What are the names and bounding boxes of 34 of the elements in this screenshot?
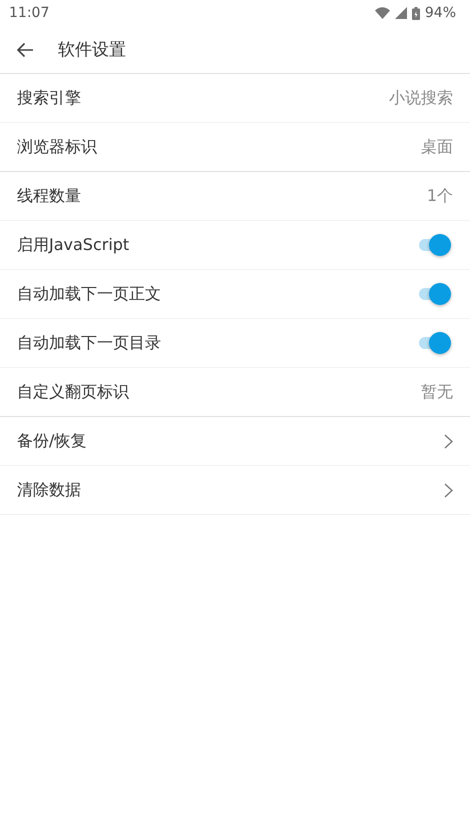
setting-value: 桌面 (421, 136, 453, 158)
toggle-switch[interactable] (417, 332, 453, 354)
wifi-icon (374, 7, 390, 19)
battery-percent: 94% (424, 5, 456, 21)
toggle-switch[interactable] (417, 283, 453, 305)
page-title: 软件设置 (58, 39, 126, 61)
setting-value: 暂无 (421, 382, 453, 402)
setting-label: 线程数量 (17, 186, 81, 206)
settings-row[interactable]: 线程数量 1个 (0, 172, 470, 220)
chevron-right-icon (444, 482, 453, 498)
chevron-right-icon (444, 434, 453, 448)
toggle-switch[interactable] (417, 234, 453, 256)
battery-icon (412, 6, 420, 20)
settings-row[interactable]: 自动加载下一页目录 (0, 318, 470, 367)
settings-row[interactable]: 自定义翻页标识 暂无 (0, 367, 470, 416)
setting-label: 搜索引擎 (17, 88, 81, 108)
settings-row[interactable]: 备份/恢复 (0, 417, 470, 465)
setting-label: 浏览器标识 (17, 136, 97, 158)
settings-row[interactable]: 启用JavaScript (0, 220, 470, 269)
settings-row[interactable]: 清除数据 (0, 465, 470, 514)
setting-value: 1个 (426, 186, 453, 206)
setting-value: 小说搜索 (389, 88, 453, 108)
settings-row[interactable]: 自动加载下一页正文 (0, 269, 470, 318)
setting-label: 启用JavaScript (17, 234, 130, 256)
setting-label: 自动加载下一页目录 (17, 332, 161, 354)
setting-label: 自动加载下一页正文 (17, 284, 161, 304)
setting-label: 备份/恢复 (17, 430, 86, 452)
setting-label: 清除数据 (17, 480, 81, 500)
signal-icon (394, 7, 407, 19)
status-time: 11:07 (9, 5, 50, 21)
back-arrow-icon (16, 42, 34, 58)
setting-label: 自定义翻页标识 (17, 382, 129, 402)
settings-row[interactable]: 浏览器标识 桌面 (0, 122, 470, 171)
settings-row[interactable]: 搜索引擎 小说搜索 (0, 74, 470, 122)
